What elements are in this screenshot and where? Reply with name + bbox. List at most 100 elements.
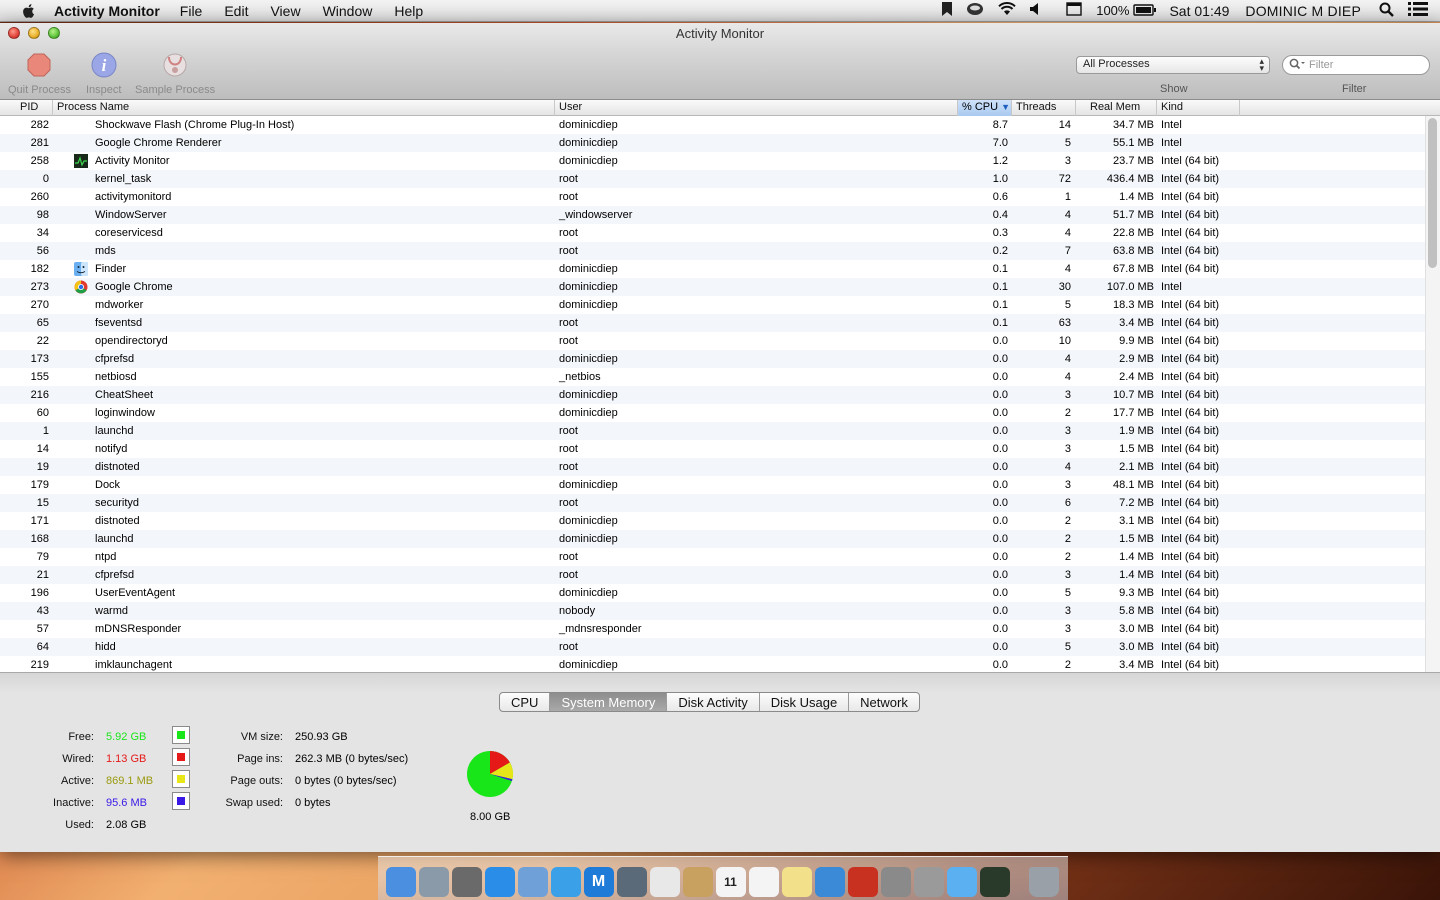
table-row[interactable]: 179 Dock dominicdiep 0.0 3 48.1 MB Intel (64 b… — [0, 476, 1440, 494]
battery-icon[interactable] — [1133, 3, 1157, 19]
table-row[interactable]: 258 Activity Monitor dominicdiep 1.2 3 23.7 M… — [0, 152, 1440, 170]
vertical-scrollbar[interactable] — [1428, 118, 1437, 268]
menu-user-name[interactable]: DOMINIC M DIEP — [1245, 3, 1361, 19]
active-color-swatch[interactable] — [172, 770, 190, 788]
table-row[interactable]: 219 imklaunchagent dominicdiep 0.0 2 3.4 MB In… — [0, 656, 1440, 672]
column-header-real-mem[interactable]: Real Mem — [1076, 100, 1157, 116]
menu-edit[interactable]: Edit — [224, 3, 248, 19]
volume-icon[interactable] — [1030, 2, 1042, 19]
wifi-icon[interactable] — [998, 2, 1016, 19]
reminders-icon[interactable] — [748, 867, 779, 897]
trash-icon[interactable] — [1029, 867, 1059, 897]
table-row[interactable]: 282 Shockwave Flash (Chrome Plug-In Host)… — [0, 116, 1440, 134]
table-row[interactable]: 173 cfprefsd dominicdiep 0.0 4 2.9 MB Intel (6… — [0, 350, 1440, 368]
column-header-cpu[interactable]: % CPU ▼ — [958, 100, 1012, 116]
column-header-process-name[interactable]: Process Name — [53, 100, 555, 116]
activity-monitor-icon[interactable] — [979, 867, 1010, 897]
app-store-icon[interactable] — [484, 867, 515, 897]
user-cell: dominicdiep — [559, 587, 618, 599]
notification-center-icon[interactable] — [1408, 2, 1428, 19]
bookmark-icon[interactable] — [942, 2, 953, 19]
filter-search-input[interactable]: Filter — [1282, 55, 1430, 75]
menu-help[interactable]: Help — [394, 3, 423, 19]
table-row[interactable]: 171 distnoted dominicdiep 0.0 2 3.1 MB Intel (… — [0, 512, 1440, 530]
notes-icon[interactable] — [781, 867, 812, 897]
system-preferences-icon[interactable] — [913, 867, 944, 897]
process-name-cell: Dock — [95, 479, 121, 491]
tab-cpu[interactable]: CPU — [500, 693, 551, 711]
table-row[interactable]: 19 distnoted root 0.0 4 2.1 MB Intel (64 bit) — [0, 458, 1440, 476]
table-row[interactable]: 196 UserEventAgent dominicdiep 0.0 5 9.3 MB In… — [0, 584, 1440, 602]
table-row[interactable]: 273 Google Chrome dominicdiep 0.1 30 107.0 MB… — [0, 278, 1440, 296]
itunes-icon[interactable] — [814, 867, 845, 897]
apple-menu-icon[interactable] — [18, 3, 40, 19]
photo-booth-icon[interactable] — [847, 867, 878, 897]
table-row[interactable]: 34 coreservicesd root 0.3 4 22.8 MB Intel (64 … — [0, 224, 1440, 242]
table-row[interactable]: 79 ntpd root 0.0 2 1.4 MB Intel (64 bit) — [0, 548, 1440, 566]
inspect-button[interactable]: i Inspect — [86, 51, 121, 96]
inactive-color-swatch[interactable] — [172, 792, 190, 810]
chrome-icon[interactable] — [649, 867, 680, 897]
menu-bar: Activity Monitor File Edit View Window H… — [0, 0, 1440, 22]
tab-network[interactable]: Network — [849, 693, 919, 711]
sync-icon[interactable] — [966, 2, 984, 19]
user-cell: nobody — [559, 605, 596, 617]
column-header-pid[interactable]: PID — [0, 100, 53, 116]
facetime-icon[interactable] — [616, 867, 647, 897]
mail-icon[interactable]: M — [583, 867, 614, 897]
table-row[interactable]: 60 loginwindow dominicdiep 0.0 2 17.7 MB Intel… — [0, 404, 1440, 422]
mission-control-icon[interactable] — [451, 867, 482, 897]
table-row[interactable]: 182 Finder dominicdiep 0.1 4 67.8 MB Intel (64… — [0, 260, 1440, 278]
table-row[interactable]: 22 opendirectoryd root 0.0 10 9.9 MB Intel (64… — [0, 332, 1440, 350]
contacts-icon[interactable] — [682, 867, 713, 897]
table-row[interactable]: 281 Google Chrome Renderer dominicdiep 7.0 5… — [0, 134, 1440, 152]
table-row[interactable]: 0 kernel_task root 1.0 72 436.4 MB Intel (64 b… — [0, 170, 1440, 188]
user-cell: root — [559, 641, 578, 653]
menu-view[interactable]: View — [270, 3, 300, 19]
kind-cell: Intel (64 bit) — [1161, 389, 1220, 401]
table-row[interactable]: 155 netbiosd _netbios 0.0 4 2.4 MB Intel (64 b… — [0, 368, 1440, 386]
table-row[interactable]: 64 hidd root 0.0 5 3.0 MB Intel (64 bit) — [0, 638, 1440, 656]
kind-cell: Intel — [1161, 137, 1182, 149]
preview-icon[interactable] — [517, 867, 548, 897]
menu-window[interactable]: Window — [323, 3, 373, 19]
user-cell: root — [559, 173, 578, 185]
quit-process-button[interactable]: Quit Process — [8, 51, 71, 96]
table-row[interactable]: 1 launchd root 0.0 3 1.9 MB Intel (64 bit) — [0, 422, 1440, 440]
table-row[interactable]: 270 mdworker dominicdiep 0.1 5 18.3 MB Intel (… — [0, 296, 1440, 314]
table-row[interactable]: 21 cfprefsd root 0.0 3 1.4 MB Intel (64 bit) — [0, 566, 1440, 584]
table-row[interactable]: 65 fseventsd root 0.1 63 3.4 MB Intel (64 bit) — [0, 314, 1440, 332]
iphoto-icon[interactable] — [880, 867, 911, 897]
tab-disk-activity[interactable]: Disk Activity — [667, 693, 760, 711]
messages-icon[interactable] — [946, 867, 977, 897]
tab-system-memory[interactable]: System Memory — [550, 693, 668, 711]
table-row[interactable]: 15 securityd root 0.0 6 7.2 MB Intel (64 bit) — [0, 494, 1440, 512]
table-row[interactable]: 216 CheatSheet dominicdiep 0.0 3 10.7 MB Intel… — [0, 386, 1440, 404]
column-header-kind[interactable]: Kind — [1157, 100, 1240, 116]
menu-clock[interactable]: Sat 01:49 — [1169, 3, 1229, 19]
spotlight-icon[interactable] — [1379, 2, 1394, 20]
table-row[interactable]: 43 warmd nobody 0.0 3 5.8 MB Intel (64 bit) — [0, 602, 1440, 620]
show-processes-select[interactable]: All Processes ▴ ▾ — [1076, 56, 1270, 74]
table-row[interactable]: 56 mds root 0.2 7 63.8 MB Intel (64 bit) — [0, 242, 1440, 260]
launchpad-icon[interactable] — [418, 867, 449, 897]
table-row[interactable]: 57 mDNSResponder _mdnsresponder 0.0 3 3.0 MB I… — [0, 620, 1440, 638]
tab-disk-usage[interactable]: Disk Usage — [760, 693, 850, 711]
calendar-icon[interactable]: 11 — [715, 867, 746, 897]
wired-color-swatch[interactable] — [172, 748, 190, 766]
calendar-menu-icon[interactable] — [1066, 2, 1082, 19]
table-row[interactable]: 168 launchd dominicdiep 0.0 2 1.5 MB Intel (64… — [0, 530, 1440, 548]
menu-app-name[interactable]: Activity Monitor — [54, 3, 160, 19]
column-header-user[interactable]: User — [555, 100, 958, 116]
window-title: Activity Monitor — [675, 26, 765, 41]
table-row[interactable]: 14 notifyd root 0.0 3 1.5 MB Intel (64 bit) — [0, 440, 1440, 458]
table-row[interactable]: 98 WindowServer _windowserver 0.4 4 51.7 MB In… — [0, 206, 1440, 224]
free-color-swatch[interactable] — [172, 726, 190, 744]
sample-process-button[interactable]: Sample Process — [135, 51, 215, 96]
menu-file[interactable]: File — [180, 3, 203, 19]
safari-icon[interactable] — [550, 867, 581, 897]
column-header-threads[interactable]: Threads — [1012, 100, 1076, 116]
finder-icon[interactable] — [385, 867, 416, 897]
table-row[interactable]: 260 activitymonitord root 0.6 1 1.4 MB Intel (… — [0, 188, 1440, 206]
pid-cell: 219 — [30, 659, 49, 671]
